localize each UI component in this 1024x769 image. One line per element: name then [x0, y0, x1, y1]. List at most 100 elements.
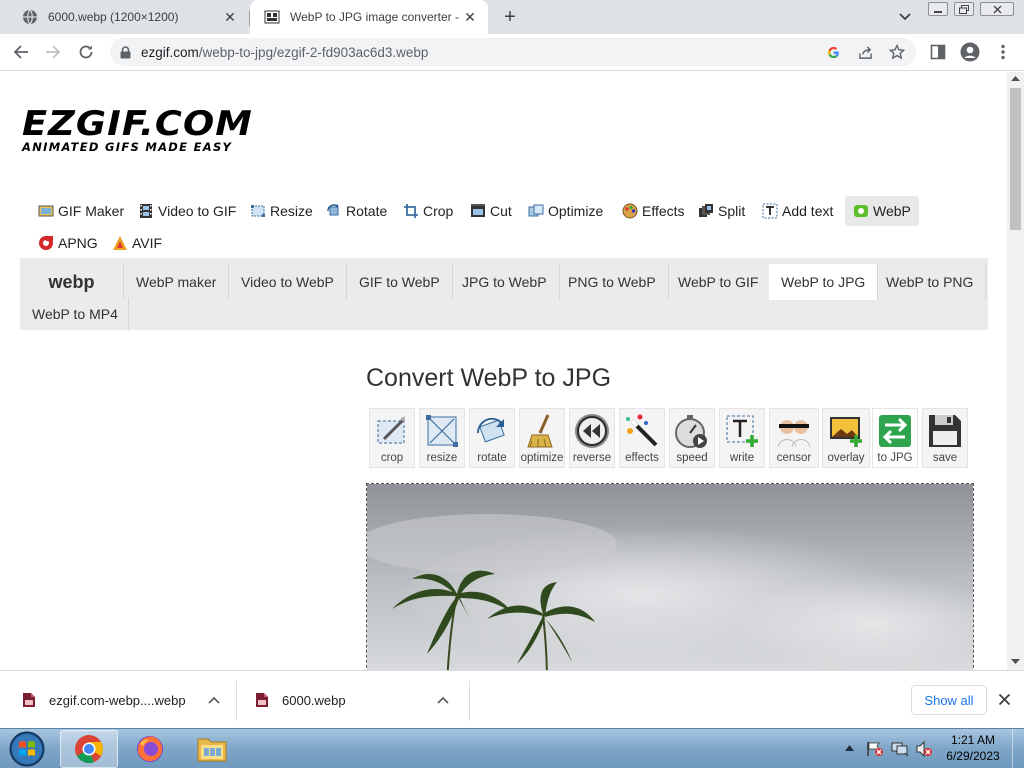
nav-split[interactable]: Split	[692, 196, 751, 226]
side-panel-button[interactable]	[925, 39, 951, 65]
tab-strip: 6000.webp (1200×1200) ✕ WebP to JPG imag…	[0, 0, 1024, 34]
chrome-icon	[75, 735, 103, 764]
nav-label: GIF Maker	[58, 203, 125, 219]
subnav-png-to-webp[interactable]: PNG to WebP	[556, 264, 669, 300]
tab-search-chevron-icon[interactable]	[896, 9, 914, 25]
close-tab-icon[interactable]: ✕	[222, 9, 238, 25]
download-separator	[236, 681, 237, 721]
tool-label: effects	[625, 452, 659, 464]
nav-optimize[interactable]: Optimize	[522, 196, 609, 226]
nav-label: AVIF	[132, 235, 163, 251]
chevron-up-icon[interactable]	[207, 696, 220, 704]
system-clock[interactable]: 1:21 AM 6/29/2023	[936, 732, 1010, 764]
chevron-up-icon[interactable]	[437, 696, 449, 704]
tool-overlay[interactable]: overlay	[822, 408, 870, 468]
effects-icon	[622, 203, 638, 219]
taskbar-firefox-button[interactable]	[122, 730, 178, 768]
new-tab-button[interactable]: +	[498, 5, 522, 29]
nav-apng[interactable]: APNG	[32, 228, 104, 258]
apng-icon	[39, 236, 53, 250]
subnav-video-to-webp[interactable]: Video to WebP	[229, 264, 347, 300]
network-icon[interactable]	[891, 741, 909, 757]
address-bar[interactable]: ezgif.com/webp-to-jpg/ezgif-2-fd903ac6d3…	[110, 38, 916, 66]
firefox-icon	[137, 736, 163, 762]
download-filename: 6000.webp	[282, 692, 346, 708]
url-text: ezgif.com/webp-to-jpg/ezgif-2-fd903ac6d3…	[141, 45, 428, 60]
chrome-menu-button[interactable]	[990, 39, 1016, 65]
nav-webp[interactable]: WebP	[845, 196, 919, 226]
nav-gif-maker[interactable]: GIF Maker	[32, 196, 130, 226]
restore-window-button[interactable]	[954, 2, 974, 16]
tool-censor[interactable]: censor	[769, 408, 819, 468]
nav-cut[interactable]: Cut	[464, 196, 518, 226]
logo-text: EZGIF.COM	[22, 104, 253, 144]
subnav-jpg-to-webp[interactable]: JPG to WebP	[450, 264, 560, 300]
resize-icon	[251, 205, 265, 217]
download-item[interactable]: ezgif.com-webp....webp	[22, 671, 220, 729]
palm-trees-image	[367, 484, 973, 670]
nav-effects[interactable]: Effects	[616, 196, 691, 226]
subnav-webp-to-jpg[interactable]: WebP to JPG	[769, 264, 879, 300]
show-all-downloads-button[interactable]: Show all	[911, 685, 987, 715]
ezgif-logo[interactable]: EZGIF.COM ANIMATED GIFS MADE EASY	[22, 107, 252, 154]
tool-crop[interactable]: crop	[369, 408, 415, 468]
bookmark-star-icon[interactable]	[887, 42, 907, 62]
tool-rotate[interactable]: rotate	[469, 408, 515, 468]
subnav-webp-maker[interactable]: WebP maker	[124, 264, 230, 300]
action-center-flag-icon[interactable]	[866, 741, 884, 757]
tool-speed[interactable]: speed	[669, 408, 715, 468]
clock-date: 6/29/2023	[946, 749, 1000, 763]
tool-to-jpg[interactable]: to JPG	[872, 408, 918, 468]
taskbar-chrome-button[interactable]	[60, 730, 118, 768]
page-scrollbar[interactable]	[1007, 72, 1024, 670]
close-tab-icon[interactable]: ✕	[462, 9, 478, 25]
tool-label: save	[932, 452, 958, 464]
tab-webp-to-jpg[interactable]: WebP to JPG image converter - E ✕	[250, 0, 488, 34]
url-path: /webp-to-jpg/ezgif-2-fd903ac6d3.webp	[198, 44, 429, 60]
tool-optimize[interactable]: optimize	[519, 408, 565, 468]
volume-muted-icon[interactable]	[915, 741, 933, 757]
tab-title: WebP to JPG image converter - E	[290, 10, 462, 24]
text-icon	[762, 203, 778, 219]
google-lens-icon[interactable]	[823, 42, 843, 62]
forward-button[interactable]	[40, 39, 66, 65]
back-button[interactable]	[8, 39, 34, 65]
optimize-icon	[528, 204, 544, 217]
tool-save[interactable]: save	[922, 408, 968, 468]
minimize-window-button[interactable]	[928, 2, 948, 16]
tab-6000-webp[interactable]: 6000.webp (1200×1200) ✕	[8, 0, 248, 34]
gif-maker-icon	[38, 205, 54, 217]
close-downloads-bar-icon[interactable]	[998, 693, 1011, 706]
nav-avif[interactable]: AVIF	[106, 228, 168, 258]
tool-write[interactable]: write	[719, 408, 765, 468]
nav-crop[interactable]: Crop	[397, 196, 459, 226]
subnav-webp-to-mp4[interactable]: WebP to MP4	[20, 298, 129, 330]
download-item[interactable]: 6000.webp	[255, 671, 449, 729]
taskbar-explorer-button[interactable]	[184, 730, 240, 768]
webp-logo[interactable]: webp	[20, 264, 124, 300]
start-button[interactable]	[0, 730, 54, 768]
nav-add-text[interactable]: Add text	[756, 196, 839, 226]
show-hidden-icons-icon[interactable]	[845, 744, 854, 751]
close-window-button[interactable]	[980, 2, 1014, 16]
crop-tool-icon	[377, 416, 406, 444]
nav-rotate[interactable]: Rotate	[320, 196, 393, 226]
webp-logo-text: webp	[48, 271, 95, 292]
nav-resize[interactable]: Resize	[244, 196, 319, 226]
scroll-down-arrow-icon[interactable]	[1011, 659, 1020, 665]
nav-video-to-gif[interactable]: Video to GIF	[132, 196, 242, 226]
share-icon[interactable]	[855, 42, 875, 62]
tool-effects[interactable]: effects	[619, 408, 665, 468]
tool-reverse[interactable]: reverse	[569, 408, 615, 468]
profile-button[interactable]	[957, 39, 983, 65]
resize-tool-icon	[426, 415, 458, 447]
tool-resize[interactable]: resize	[419, 408, 465, 468]
scrollbar-thumb[interactable]	[1010, 88, 1021, 230]
subnav-gif-to-webp[interactable]: GIF to WebP	[347, 264, 453, 300]
reload-button[interactable]	[73, 39, 99, 65]
subnav-webp-to-gif[interactable]: WebP to GIF	[666, 264, 772, 300]
subnav-webp-to-png[interactable]: WebP to PNG	[874, 264, 987, 300]
tool-label: write	[729, 452, 755, 464]
show-desktop-button[interactable]	[1012, 729, 1024, 769]
scroll-up-arrow-icon[interactable]	[1011, 75, 1020, 81]
